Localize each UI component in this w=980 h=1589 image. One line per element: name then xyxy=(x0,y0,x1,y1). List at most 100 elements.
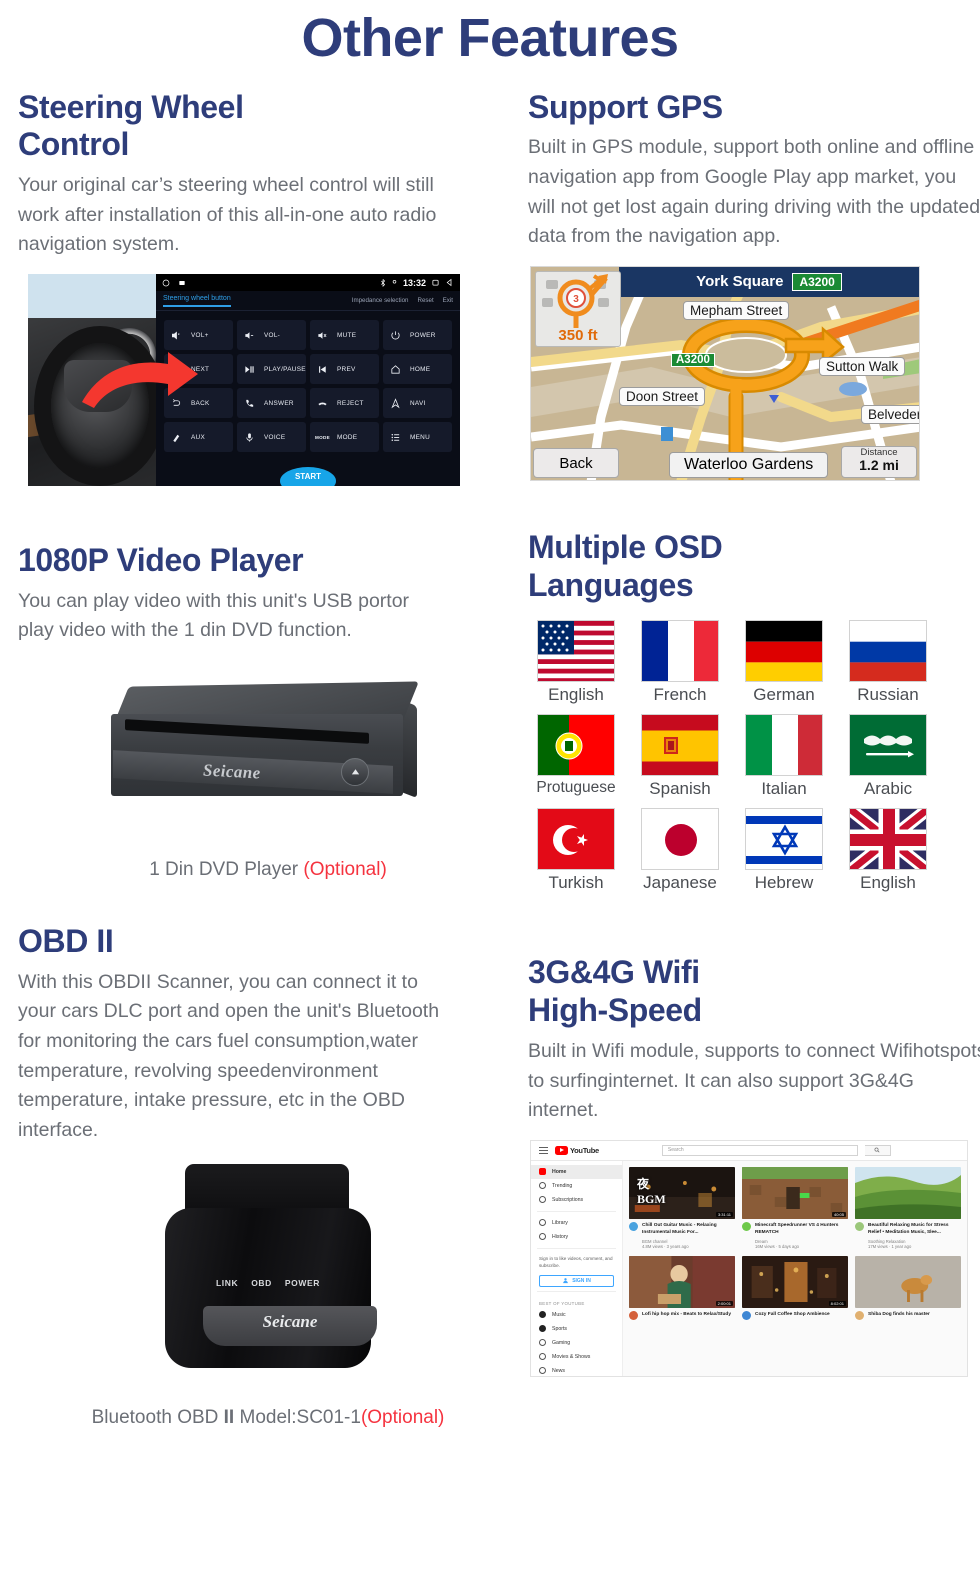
swbtn-navi[interactable]: NAVI xyxy=(383,388,452,419)
circle-icon[interactable] xyxy=(162,279,170,287)
category-label: Music xyxy=(552,1311,566,1318)
swbtn-mode[interactable]: MODE MODE xyxy=(310,422,379,453)
flag-cell-english-uk[interactable]: English xyxy=(840,808,936,893)
microphone-icon xyxy=(244,432,255,443)
flag-cell-french[interactable]: French xyxy=(632,620,728,705)
swbtn-voice[interactable]: VOICE xyxy=(237,422,306,453)
sidebar-divider xyxy=(537,1247,616,1249)
swbtn-answer[interactable]: ANSWER xyxy=(237,388,306,419)
bluetooth-icon xyxy=(381,278,386,287)
gps-navigation-screenshot: York Square A3200 3 350 ft Mepham Street… xyxy=(530,265,920,481)
swbtn-label: VOL+ xyxy=(191,331,209,339)
gps-header-road-badge: A3200 xyxy=(792,272,842,291)
category-music[interactable]: Music xyxy=(531,1308,622,1322)
video-title[interactable]: Lofi hip hop mix - Beats to Relax/Study xyxy=(642,1312,731,1317)
sidebar-item-library[interactable]: Library xyxy=(531,1216,622,1230)
channel-avatar[interactable] xyxy=(742,1221,751,1231)
hamburger-menu-icon[interactable] xyxy=(539,1146,548,1154)
sidebar-item-history[interactable]: History xyxy=(531,1230,622,1244)
video-card[interactable]: 夜 BGM 3:31:11 Chill Out Guitar Music - Re… xyxy=(629,1166,735,1249)
video-thumbnail[interactable] xyxy=(855,1255,961,1308)
flag-cell-russian[interactable]: Russian xyxy=(840,620,936,705)
flag-cell-portuguese[interactable]: Protuguese xyxy=(528,714,624,799)
youtube-search-input[interactable]: Search xyxy=(661,1144,858,1156)
video-card[interactable]: 2:00:01 Lofi hip hop mix - Beats to Rela… xyxy=(629,1255,735,1320)
recent-apps-icon[interactable] xyxy=(431,278,440,287)
video-thumbnail[interactable] xyxy=(855,1166,961,1219)
video-meta: Lofi hip hop mix - Beats to Relax/Study xyxy=(629,1310,735,1320)
swbtn-power[interactable]: POWER xyxy=(383,320,452,351)
swbtn-vol-up[interactable]: VOL+ xyxy=(164,320,233,351)
category-label: Gaming xyxy=(552,1339,571,1346)
swbtn-aux[interactable]: AUX xyxy=(164,422,233,453)
category-news[interactable]: News xyxy=(531,1364,622,1376)
sidebar-item-home[interactable]: Home xyxy=(531,1164,622,1179)
flag-cell-turkish[interactable]: Turkish xyxy=(528,808,624,893)
swbtn-home[interactable]: HOME xyxy=(383,354,452,385)
video-card[interactable]: Beautiful Relaxing Music for Stress Reli… xyxy=(855,1166,961,1249)
flag-cell-japanese[interactable]: Japanese xyxy=(632,808,728,893)
video-thumbnail[interactable]: 2:00:01 xyxy=(629,1255,735,1308)
start-button[interactable]: START xyxy=(280,467,336,487)
video-card[interactable]: 8:02:01 Cozy Fall Coffee Shop Ambience xyxy=(742,1255,848,1320)
flag-cell-german[interactable]: German xyxy=(736,620,832,705)
head-unit-screen: 13:32 Steering wheel button Impedance se… xyxy=(156,274,460,487)
sign-in-button[interactable]: SIGN IN xyxy=(539,1274,614,1287)
flag-cell-spanish[interactable]: Spanish xyxy=(632,714,728,799)
search-button[interactable] xyxy=(864,1144,891,1156)
swbtn-play-pause[interactable]: PLAY/PAUSE xyxy=(237,354,306,385)
video-title[interactable]: Chill Out Guitar Music - Relaxing Instru… xyxy=(642,1223,717,1235)
tab-steering-wheel-button[interactable]: Steering wheel button xyxy=(163,295,231,307)
swbtn-menu[interactable]: MENU xyxy=(383,422,452,453)
flag-cell-english-us[interactable]: English xyxy=(528,620,624,705)
channel-avatar[interactable] xyxy=(629,1310,638,1320)
gps-header: York Square A3200 xyxy=(619,266,919,297)
thumb-shiba-dog xyxy=(855,1255,961,1308)
channel-avatar[interactable] xyxy=(855,1310,864,1320)
flag-cell-italian[interactable]: Italian xyxy=(736,714,832,799)
category-sports[interactable]: Sports xyxy=(531,1322,622,1336)
flag-cell-hebrew[interactable]: Hebrew xyxy=(736,808,832,893)
video-thumbnail[interactable]: 40:05 xyxy=(742,1166,848,1219)
gps-back-button[interactable]: Back xyxy=(533,447,619,478)
swbtn-mute[interactable]: MUTE xyxy=(310,320,379,351)
video-thumbnail[interactable]: 夜 BGM 3:31:11 xyxy=(629,1166,735,1219)
swbtn-prev[interactable]: PREV xyxy=(310,354,379,385)
product-feature-page: Other Features Steering Wheel Control Yo… xyxy=(0,0,980,1589)
eject-button[interactable] xyxy=(341,758,369,787)
mode-text-icon: MODE xyxy=(315,434,330,440)
swbtn-label: POWER xyxy=(410,331,436,339)
channel-avatar[interactable] xyxy=(629,1221,638,1231)
channel-avatar[interactable] xyxy=(855,1221,864,1231)
video-title[interactable]: Cozy Fall Coffee Shop Ambience xyxy=(755,1312,830,1317)
sidebar-item-subscriptions[interactable]: Subscriptions xyxy=(531,1193,622,1207)
category-movies[interactable]: Movies & Shows xyxy=(531,1350,622,1364)
gps-destination-label[interactable]: Waterloo Gardens xyxy=(669,451,829,478)
aux-plug-icon xyxy=(171,432,182,443)
video-meta: Cozy Fall Coffee Shop Ambience xyxy=(742,1310,848,1320)
swbtn-reject[interactable]: REJECT xyxy=(310,388,379,419)
sidebar-item-trending[interactable]: Trending xyxy=(531,1179,622,1193)
video-thumbnail[interactable]: 8:02:01 xyxy=(742,1255,848,1308)
action-impedance-selection[interactable]: Impedance selection xyxy=(352,297,409,304)
youtube-play-icon xyxy=(555,1145,568,1155)
category-gaming[interactable]: Gaming xyxy=(531,1336,622,1350)
flag-cell-arabic[interactable]: Arabic xyxy=(840,714,936,799)
youtube-logo[interactable]: YouTube xyxy=(555,1145,599,1155)
power-icon xyxy=(390,330,401,341)
back-triangle-icon[interactable] xyxy=(445,278,454,287)
video-meta: Chill Out Guitar Music - Relaxing Instru… xyxy=(629,1221,735,1249)
language-flags-grid: English French German Russian Protuguese… xyxy=(528,620,980,893)
action-reset[interactable]: Reset xyxy=(418,297,434,304)
swbtn-vol-down[interactable]: VOL- xyxy=(237,320,306,351)
video-title[interactable]: Minecraft Speedrunner VS 4 Hunters REMAT… xyxy=(755,1223,838,1235)
video-card[interactable]: Shiba Dog finds his master xyxy=(855,1255,961,1320)
channel-avatar[interactable] xyxy=(742,1310,751,1320)
square-icon[interactable] xyxy=(178,279,186,287)
video-title[interactable]: Shiba Dog finds his master xyxy=(868,1312,930,1317)
video-meta: Minecraft Speedrunner VS 4 Hunters REMAT… xyxy=(742,1221,848,1249)
action-exit[interactable]: Exit xyxy=(443,297,453,304)
video-card[interactable]: 40:05 Minecraft Speedrunner VS 4 Hunters… xyxy=(742,1166,848,1249)
swbtn-label: MUTE xyxy=(337,331,357,339)
video-title[interactable]: Beautiful Relaxing Music for Stress Reli… xyxy=(868,1223,949,1235)
